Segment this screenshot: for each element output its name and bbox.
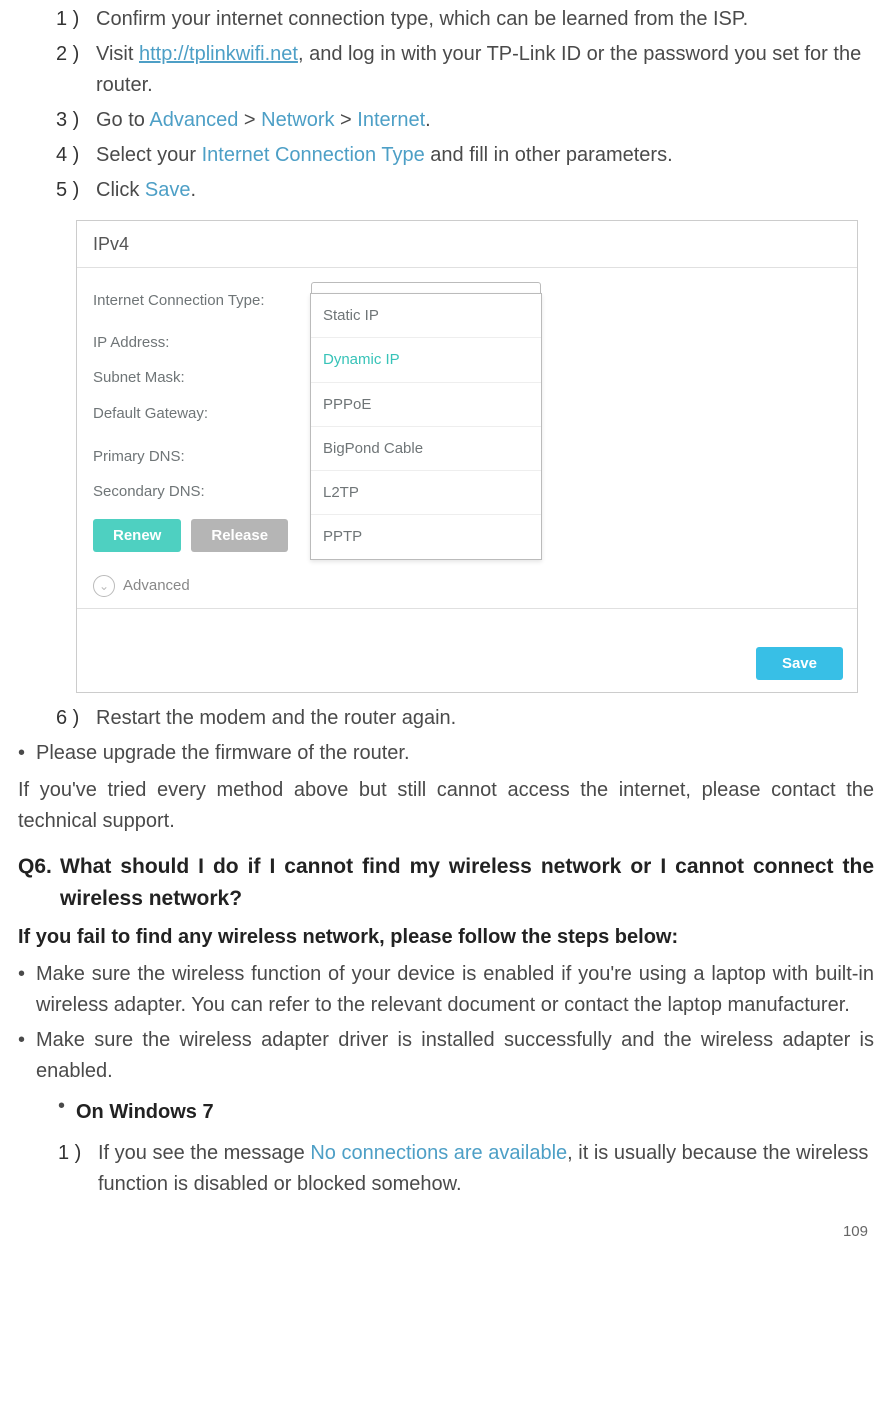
step-text: Visit http://tplinkwifi.net, and log in …: [96, 39, 874, 101]
sub-heading: If you fail to find any wireless network…: [18, 922, 874, 953]
text-fragment: Select your: [96, 144, 202, 166]
panel-title: IPv4: [77, 221, 857, 263]
bullet-list: • Please upgrade the firmware of the rou…: [18, 738, 874, 769]
step-text: Confirm your internet connection type, w…: [96, 4, 874, 35]
bullet-text: Make sure the wireless adapter driver is…: [36, 1025, 874, 1087]
bullet-dot-icon: •: [18, 1025, 36, 1087]
dropdown-option-static-ip[interactable]: Static IP: [311, 294, 541, 338]
router-url-link[interactable]: http://tplinkwifi.net: [139, 43, 298, 65]
text-fragment: Click: [96, 179, 145, 201]
question-heading-q6: Q6. What should I do if I cannot find my…: [18, 851, 874, 916]
save-row: Save: [77, 617, 857, 682]
bullet-list: • On Windows 7: [58, 1091, 874, 1134]
divider: [77, 267, 857, 268]
step-number: 1 ): [58, 1138, 98, 1169]
bullet-item: • Make sure the wireless function of you…: [18, 959, 874, 1021]
step-number: 2 ): [56, 39, 96, 70]
step-5: 5 ) Click Save.: [56, 175, 874, 206]
field-label: Internet Connection Type:: [93, 289, 311, 312]
bullet-item: • Please upgrade the firmware of the rou…: [18, 738, 874, 769]
step-4: 4 ) Select your Internet Connection Type…: [56, 140, 874, 171]
step-text: Select your Internet Connection Type and…: [96, 140, 874, 171]
bullet-text: Make sure the wireless function of your …: [36, 959, 874, 1021]
term-connection-type: Internet Connection Type: [202, 144, 425, 166]
bullet-text: Please upgrade the firmware of the route…: [36, 738, 874, 769]
step-1: 1 ) Confirm your internet connection typ…: [56, 4, 874, 35]
bullet-list: • Make sure the wireless function of you…: [18, 959, 874, 1087]
page-number: 109: [18, 1220, 874, 1243]
ipv4-panel: IPv4 Internet Connection Type: Dynamic I…: [76, 220, 858, 693]
step-text: If you see the message No connections ar…: [98, 1138, 874, 1200]
dropdown-option-dynamic-ip[interactable]: Dynamic IP: [311, 338, 541, 382]
step-number: 4 ): [56, 140, 96, 171]
steps-list-a-cont: 6 ) Restart the modem and the router aga…: [18, 703, 874, 734]
bullet-dot-icon: •: [18, 959, 36, 1021]
connection-type-dropdown: Static IP Dynamic IP PPPoE BigPond Cable…: [310, 293, 542, 560]
paragraph: If you've tried every method above but s…: [18, 775, 874, 837]
bullet-dot-icon: •: [18, 738, 36, 769]
menu-path-network: Network: [261, 109, 334, 131]
dropdown-option-pptp[interactable]: PPTP: [311, 515, 541, 558]
text-fragment: .: [190, 179, 196, 201]
field-label: Secondary DNS:: [93, 480, 311, 503]
text-fragment: >: [335, 109, 358, 131]
indented-block: • On Windows 7 1 ) If you see the messag…: [18, 1091, 874, 1200]
embedded-screenshot: IPv4 Internet Connection Type: Dynamic I…: [76, 220, 874, 693]
menu-path-advanced: Advanced: [149, 109, 238, 131]
step-number: 1 ): [56, 4, 96, 35]
save-button[interactable]: Save: [756, 647, 843, 680]
step-number: 3 ): [56, 105, 96, 136]
text-fragment: .: [425, 109, 431, 131]
bullet-item: • Make sure the wireless adapter driver …: [18, 1025, 874, 1087]
text-fragment: >: [238, 109, 261, 131]
field-label: IP Address:: [93, 331, 311, 354]
bullet-item: • On Windows 7: [58, 1091, 874, 1134]
term-no-connections: No connections are available: [310, 1142, 567, 1164]
field-label: Subnet Mask:: [93, 366, 311, 389]
text-fragment: Visit: [96, 43, 139, 65]
steps-list-a: 1 ) Confirm your internet connection typ…: [18, 4, 874, 206]
step-number: 5 ): [56, 175, 96, 206]
text-fragment: Go to: [96, 109, 149, 131]
step-text: Restart the modem and the router again.: [96, 703, 874, 734]
steps-list-b: 1 ) If you see the message No connection…: [58, 1138, 874, 1200]
text-fragment: If you see the message: [98, 1142, 310, 1164]
release-button[interactable]: Release: [191, 519, 288, 552]
step-text: Go to Advanced > Network > Internet.: [96, 105, 874, 136]
step-b1: 1 ) If you see the message No connection…: [58, 1138, 874, 1200]
question-text: What should I do if I cannot find my wir…: [60, 851, 874, 916]
step-number: 6 ): [56, 703, 96, 734]
text-fragment: and fill in other parameters.: [425, 144, 673, 166]
bullet-dot-icon: •: [58, 1091, 76, 1134]
term-save: Save: [145, 179, 191, 201]
question-number: Q6.: [18, 851, 60, 916]
dropdown-option-pppoe[interactable]: PPPoE: [311, 383, 541, 427]
step-2: 2 ) Visit http://tplinkwifi.net, and log…: [56, 39, 874, 101]
document-page: 1 ) Confirm your internet connection typ…: [0, 4, 892, 1253]
step-text: Click Save.: [96, 175, 874, 206]
advanced-label: Advanced: [123, 574, 190, 597]
menu-path-internet: Internet: [357, 109, 425, 131]
step-6: 6 ) Restart the modem and the router aga…: [56, 703, 874, 734]
chevron-down-icon: ⌄: [93, 575, 115, 597]
advanced-toggle[interactable]: ⌄ Advanced: [77, 556, 857, 603]
field-label: Primary DNS:: [93, 445, 311, 468]
divider: [77, 608, 857, 609]
step-3: 3 ) Go to Advanced > Network > Internet.: [56, 105, 874, 136]
os-heading: On Windows 7: [76, 1097, 874, 1128]
field-label: Default Gateway:: [93, 402, 311, 425]
renew-button[interactable]: Renew: [93, 519, 181, 552]
dropdown-option-bigpond[interactable]: BigPond Cable: [311, 427, 541, 471]
dropdown-option-l2tp[interactable]: L2TP: [311, 471, 541, 515]
